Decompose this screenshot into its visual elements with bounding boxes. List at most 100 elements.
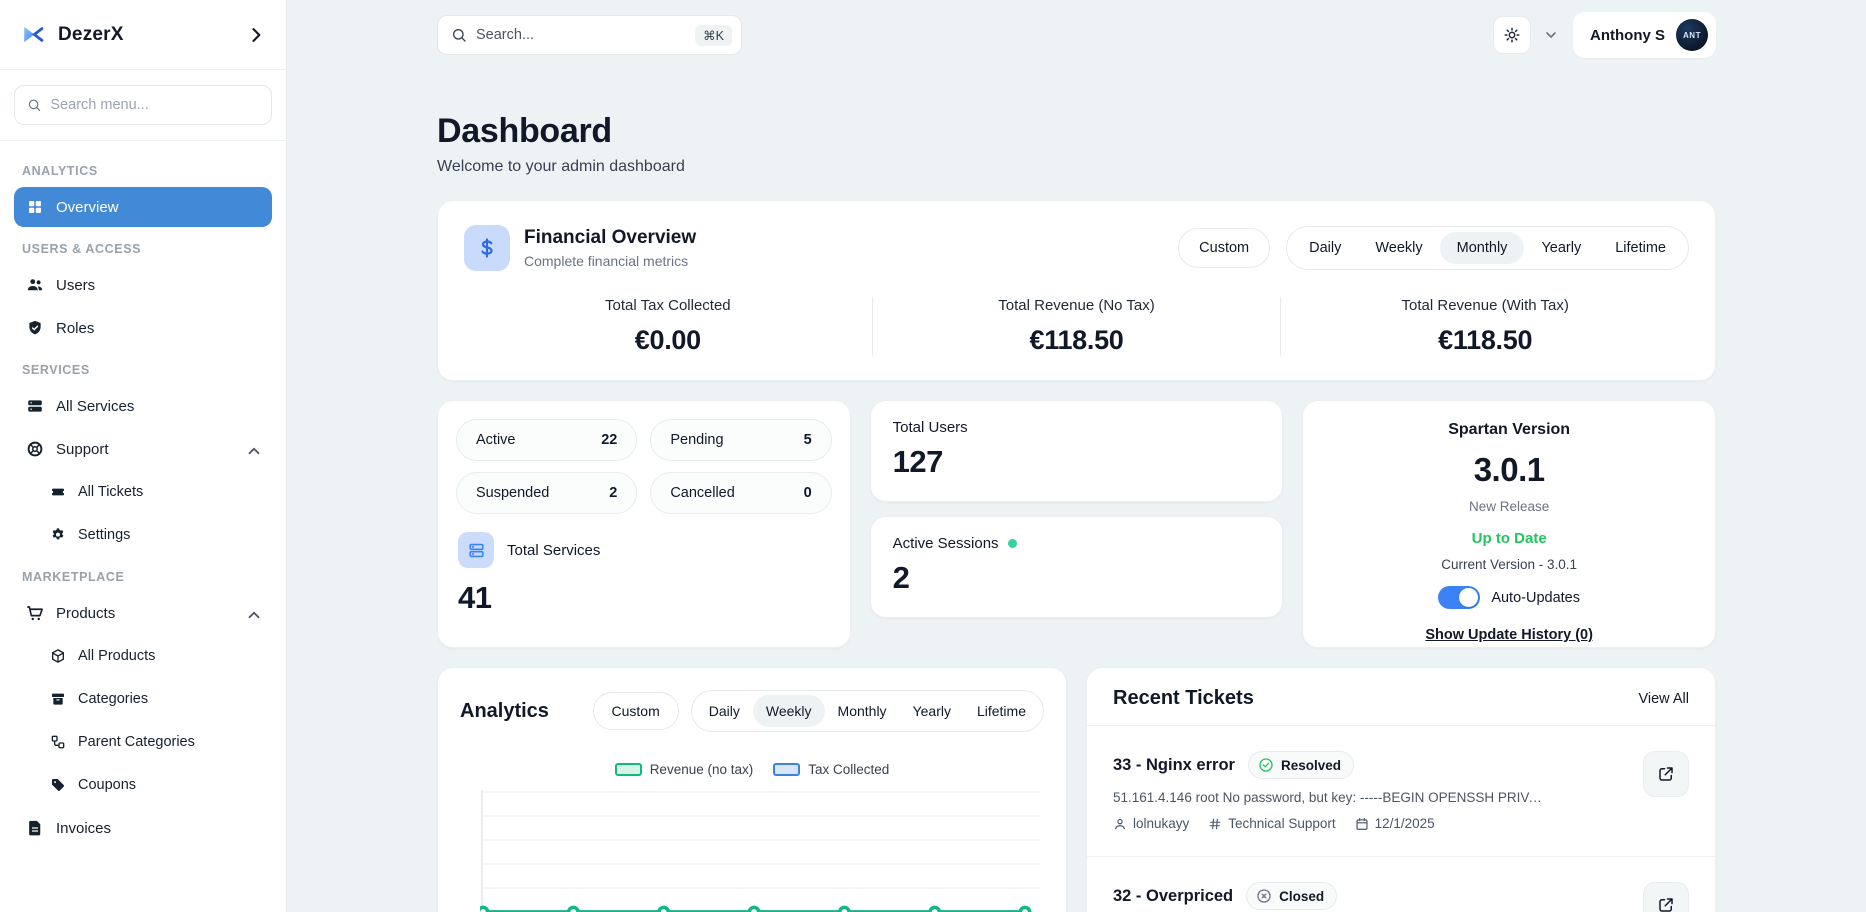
sidebar-item-overview[interactable]: Overview: [14, 187, 272, 227]
ticket-row: 32 - Overpriced Closed It's overpriced i…: [1087, 857, 1715, 912]
open-ticket-button[interactable]: [1643, 882, 1689, 912]
active-sessions-card: Active Sessions 2: [870, 516, 1284, 618]
document-icon: [26, 819, 44, 837]
custom-range-button[interactable]: Custom: [593, 692, 679, 730]
ticket-row: 33 - Nginx error Resolved 51.161.4.146 r…: [1087, 726, 1715, 857]
status-badge-resolved: Resolved: [1248, 751, 1354, 779]
legend-label: Tax Collected: [808, 762, 889, 777]
tab-weekly[interactable]: Weekly: [1358, 232, 1439, 264]
sidebar-item-settings[interactable]: Settings: [14, 515, 272, 555]
tab-lifetime[interactable]: Lifetime: [964, 695, 1039, 727]
global-search[interactable]: ⌘K: [437, 15, 742, 55]
version-status: Up to Date: [1321, 530, 1697, 547]
topbar: ⌘K Anthony S ANT: [287, 0, 1866, 70]
user-menu[interactable]: Anthony S ANT: [1573, 12, 1716, 58]
status-count: 5: [804, 432, 812, 448]
status-label: Suspended: [476, 485, 549, 501]
dollar-icon: [464, 225, 510, 271]
ticket-user: lolnukayy: [1113, 816, 1189, 831]
legend-revenue: Revenue (no tax): [615, 762, 754, 777]
view-all-link[interactable]: View All: [1638, 691, 1689, 707]
sidebar-item-coupons[interactable]: Coupons: [14, 765, 272, 805]
analytics-title: Analytics: [460, 700, 549, 723]
status-pill-active[interactable]: Active 22: [456, 419, 637, 461]
tab-lifetime[interactable]: Lifetime: [1598, 232, 1683, 264]
tab-yearly[interactable]: Yearly: [900, 695, 964, 727]
app-root: DezerX ANALYTICS Overview USERS & ACCESS…: [0, 0, 1866, 912]
sidebar-item-roles[interactable]: Roles: [14, 308, 272, 348]
sidebar-item-label: Roles: [56, 320, 94, 337]
total-users-value: 127: [893, 444, 1261, 480]
sidebar-item-label: Categories: [78, 691, 148, 707]
ticket-title: 33 - Nginx error: [1113, 756, 1235, 775]
sidebar-item-all-tickets[interactable]: All Tickets: [14, 472, 272, 512]
legend-label: Revenue (no tax): [650, 762, 754, 777]
financial-period-tabs: Daily Weekly Monthly Yearly Lifetime: [1286, 226, 1689, 270]
sun-icon: [1503, 26, 1521, 44]
gear-icon: [50, 527, 66, 543]
status-count: 22: [601, 432, 617, 448]
recent-tickets-card: Recent Tickets View All 33 - Nginx error…: [1086, 667, 1716, 912]
search-shortcut-badge: ⌘K: [695, 25, 732, 46]
external-link-icon: [1657, 765, 1675, 783]
chart-legend: Revenue (no tax) Tax Collected: [460, 762, 1044, 777]
cube-icon: [50, 648, 66, 664]
auto-updates-toggle[interactable]: [1438, 586, 1480, 609]
sidebar-search[interactable]: [14, 85, 272, 125]
custom-range-button[interactable]: Custom: [1178, 228, 1270, 268]
app-name: DezerX: [58, 24, 124, 46]
theme-toggle-button[interactable]: [1493, 16, 1531, 54]
metric-label: Total Revenue (With Tax): [1281, 297, 1689, 314]
shield-check-icon: [26, 319, 44, 337]
sidebar-item-support[interactable]: Support: [14, 429, 272, 469]
calendar-icon: [1355, 817, 1369, 831]
version-current: Current Version - 3.0.1: [1321, 557, 1697, 572]
sidebar-item-all-products[interactable]: All Products: [14, 636, 272, 676]
spartan-version-card: Spartan Version 3.0.1 New Release Up to …: [1302, 400, 1716, 648]
open-ticket-button[interactable]: [1643, 751, 1689, 797]
tab-monthly[interactable]: Monthly: [825, 695, 900, 727]
financial-title: Financial Overview: [524, 227, 696, 249]
sidebar-item-users[interactable]: Users: [14, 265, 272, 305]
update-history-link[interactable]: Show Update History (0): [1425, 627, 1593, 643]
status-label: Cancelled: [670, 485, 735, 501]
section-analytics: ANALYTICS: [22, 164, 264, 178]
status-pill-cancelled[interactable]: Cancelled 0: [650, 472, 831, 514]
tab-monthly[interactable]: Monthly: [1440, 232, 1525, 264]
chevron-down-icon[interactable]: [1543, 27, 1559, 43]
global-search-input[interactable]: [476, 27, 686, 43]
page-content: Dashboard Welcome to your admin dashboar…: [287, 70, 1866, 912]
sidebar-item-all-services[interactable]: All Services: [14, 386, 272, 426]
sidebar-item-label: Support: [56, 441, 109, 458]
sidebar-search-input[interactable]: [50, 97, 259, 113]
sidebar-item-categories[interactable]: Categories: [14, 679, 272, 719]
user-name: Anthony S: [1590, 27, 1665, 44]
total-services-row: Total Services: [456, 532, 832, 568]
sidebar-collapse-icon[interactable]: [246, 25, 266, 45]
tag-icon: [50, 777, 66, 793]
dezerx-logo-icon: [20, 21, 47, 48]
tab-yearly[interactable]: Yearly: [1524, 232, 1598, 264]
ticket-category-name: Technical Support: [1228, 816, 1335, 831]
ticket-category: Technical Support: [1208, 816, 1335, 831]
legend-tax: Tax Collected: [773, 762, 889, 777]
metric-label: Total Revenue (No Tax): [873, 297, 1281, 314]
sidebar-item-parent-categories[interactable]: Parent Categories: [14, 722, 272, 762]
status-badge-closed: Closed: [1246, 882, 1337, 910]
tab-daily[interactable]: Daily: [696, 695, 753, 727]
tab-daily[interactable]: Daily: [1292, 232, 1358, 264]
metric-label: Total Tax Collected: [464, 297, 872, 314]
sidebar-item-label: Coupons: [78, 777, 136, 793]
auto-updates-label: Auto-Updates: [1491, 590, 1580, 606]
status-pill-suspended[interactable]: Suspended 2: [456, 472, 637, 514]
tab-weekly[interactable]: Weekly: [753, 695, 825, 727]
legend-swatch-blue: [773, 763, 800, 776]
sidebar-item-products[interactable]: Products: [14, 593, 272, 633]
chevron-up-icon: [245, 442, 260, 457]
sidebar-item-invoices[interactable]: Invoices: [14, 808, 272, 848]
metric-revenue-no-tax: Total Revenue (No Tax) €118.50: [872, 297, 1281, 356]
status-label: Pending: [670, 432, 723, 448]
metric-value: €0.00: [464, 325, 872, 356]
sidebar-item-label: All Products: [78, 648, 155, 664]
status-pill-pending[interactable]: Pending 5: [650, 419, 831, 461]
